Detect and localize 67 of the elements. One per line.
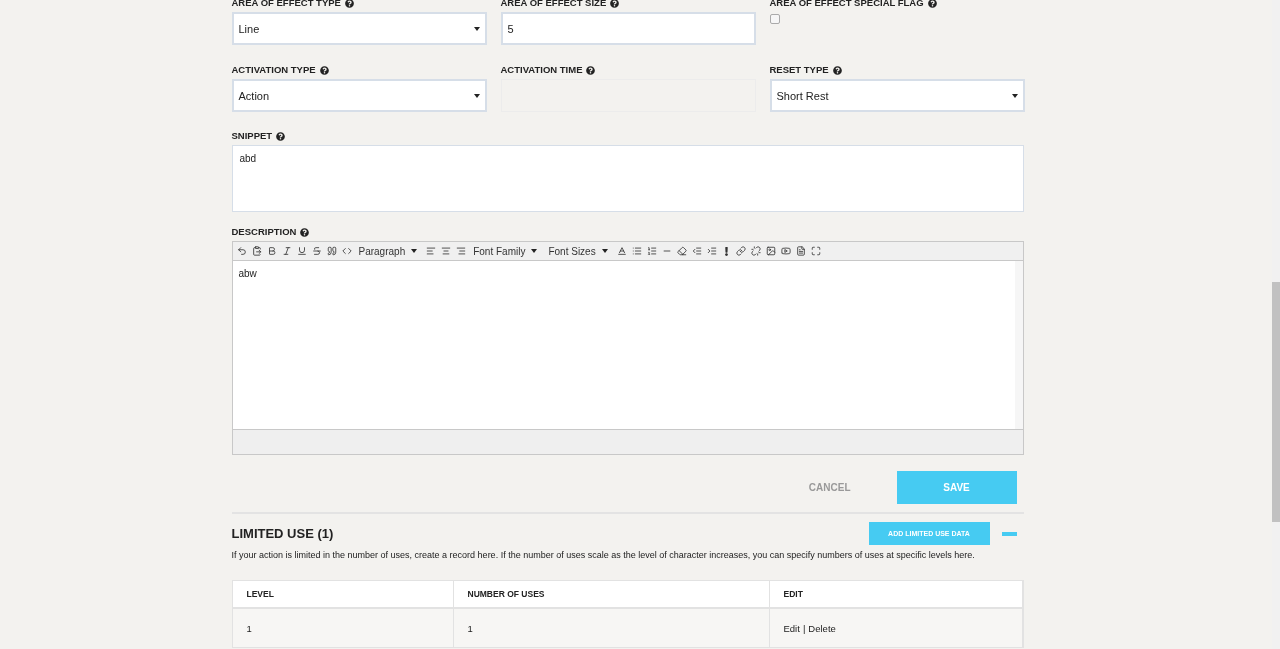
checkbox[interactable] — [769, 14, 780, 24]
document-icon[interactable] — [795, 246, 806, 256]
help-icon[interactable] — [276, 131, 286, 141]
select-field[interactable]: Short Rest — [769, 79, 1025, 112]
caret-icon — [531, 249, 538, 253]
help-text: If your action is limited in the number of uses, create a record here. If the number of uses scale as the level of character increases, you can specify numbers of uses at specific levels here. — [231, 550, 976, 560]
help-icon[interactable] — [927, 0, 937, 8]
align-left-icon[interactable] — [426, 246, 437, 256]
align-right-icon[interactable] — [456, 246, 467, 256]
font-family-dropdown[interactable]: Font Family — [473, 245, 538, 257]
delete-link[interactable]: Delete — [808, 622, 836, 634]
bold-icon[interactable] — [266, 246, 277, 256]
caret-icon — [473, 93, 480, 98]
video-icon[interactable] — [780, 246, 791, 256]
caret-icon — [411, 249, 418, 253]
text-color-icon[interactable] — [616, 246, 627, 256]
help-icon[interactable] — [300, 227, 310, 237]
snippet-textarea[interactable]: abd — [231, 145, 1024, 212]
paragraph-dropdown[interactable]: Paragraph — [358, 245, 418, 257]
field-label: AREA OF EFFECT SPECIAL FLAG — [769, 0, 924, 9]
eraser-icon[interactable] — [676, 246, 687, 256]
edit-link[interactable]: Edit — [783, 622, 800, 634]
input-field[interactable]: 5 — [500, 12, 756, 45]
align-center-icon[interactable] — [441, 246, 452, 256]
outdent-icon[interactable] — [691, 246, 702, 256]
help-icon[interactable] — [319, 65, 329, 75]
numbered-list-icon[interactable] — [646, 246, 657, 256]
help-icon[interactable] — [610, 0, 620, 8]
underline-icon[interactable] — [296, 246, 307, 256]
field-label: ACTIVATION TYPE — [231, 64, 316, 76]
column-header: EDIT — [769, 581, 1023, 609]
section-title: LIMITED USE (1) — [231, 526, 334, 541]
link-icon[interactable] — [735, 246, 746, 256]
bullet-list-icon[interactable] — [631, 246, 642, 256]
italic-icon[interactable] — [281, 246, 292, 256]
column-header: NUMBER OF USES — [453, 581, 770, 609]
fullscreen-icon[interactable] — [810, 246, 821, 256]
editor-body[interactable]: abw — [232, 261, 1023, 429]
field-label: RESET TYPE — [769, 64, 829, 76]
help-icon[interactable] — [344, 0, 354, 8]
font-size-dropdown[interactable]: Font Sizes — [548, 245, 608, 257]
caret-icon — [601, 249, 608, 253]
strikethrough-icon[interactable] — [311, 246, 322, 256]
unlink-icon[interactable] — [750, 246, 761, 256]
table-cell: 1 — [232, 609, 454, 647]
field-label: ACTIVATION TIME — [500, 64, 583, 76]
field-label: AREA OF EFFECT SIZE — [500, 0, 607, 9]
table-cell: 1 — [453, 609, 770, 647]
select-field[interactable]: Line — [231, 12, 487, 45]
help-icon[interactable] — [832, 65, 842, 75]
field-label: AREA OF EFFECT TYPE — [231, 0, 341, 9]
paste-icon[interactable] — [251, 246, 262, 256]
column-header: LEVEL — [232, 581, 454, 609]
help-icon[interactable] — [586, 65, 596, 75]
editor-scrollbar[interactable] — [1014, 261, 1023, 429]
caret-icon — [1011, 93, 1018, 98]
image-icon[interactable] — [765, 246, 776, 256]
code-icon[interactable] — [341, 246, 352, 256]
caret-icon — [473, 26, 480, 31]
indent-icon[interactable] — [706, 246, 717, 256]
link-separator: | — [802, 622, 806, 634]
quote-icon[interactable] — [326, 246, 337, 256]
undo-icon[interactable] — [236, 246, 247, 256]
field-label: DESCRIPTION — [231, 226, 297, 238]
select-field[interactable]: Action — [231, 79, 487, 112]
field-label: SNIPPET — [231, 130, 273, 142]
scrollbar-thumb[interactable] — [1272, 282, 1280, 522]
